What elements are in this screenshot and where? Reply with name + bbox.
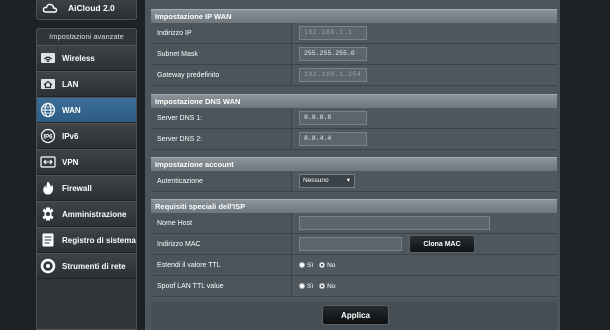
right-background bbox=[560, 0, 610, 330]
gateway-input[interactable]: 192.168.1.254 bbox=[299, 68, 367, 82]
mac-input[interactable] bbox=[299, 237, 402, 251]
dns-wan-section: Impostazione DNS WAN Server DNS 1: 8.8.8… bbox=[151, 94, 557, 150]
auth-label: Autenticazione bbox=[151, 171, 292, 191]
sidebar-item-label: WAN bbox=[62, 105, 81, 115]
section-header: Impostazione account bbox=[151, 157, 557, 171]
dns1-label: Server DNS 1: bbox=[151, 108, 292, 128]
sidebar-item-ipv6[interactable]: IP6 IPv6 bbox=[37, 123, 136, 149]
wifi-icon bbox=[40, 50, 56, 66]
sidebar-item-amministrazione[interactable]: Amministrazione bbox=[37, 201, 136, 227]
advanced-settings-panel: Impostazioni avanzate Wireless LAN WAN I… bbox=[36, 28, 137, 330]
log-icon bbox=[40, 232, 56, 248]
gateway-label: Gateway predefinito bbox=[151, 65, 292, 85]
spoof-label: Spoof LAN TTL value bbox=[151, 276, 292, 296]
apply-button[interactable]: Applica bbox=[322, 305, 389, 325]
radio-yes-label: Sì bbox=[307, 282, 314, 290]
mac-row: Indirizzo MAC Clona MAC bbox=[151, 234, 557, 255]
clone-mac-button[interactable]: Clona MAC bbox=[409, 235, 475, 253]
sidebar-item-label: Wireless bbox=[62, 53, 95, 63]
section-header: Impostazione IP WAN bbox=[151, 9, 557, 23]
sidebar-item-label: VPN bbox=[62, 157, 79, 167]
vpn-icon bbox=[40, 154, 56, 170]
ttl-row: Estendi il valore TTL Sì No bbox=[151, 255, 557, 276]
auth-select-value: Nessuno bbox=[303, 177, 329, 184]
aicloud-label: AiCloud 2.0 bbox=[68, 2, 115, 13]
main-content: Impostazione IP WAN Indirizzo IP 192.168… bbox=[148, 0, 557, 330]
dns1-input[interactable]: 8.8.8.8 bbox=[299, 111, 367, 125]
sidebar-item-firewall[interactable]: Firewall bbox=[37, 175, 136, 201]
spoof-radio-group: Sì No bbox=[299, 283, 341, 290]
spoof-row: Spoof LAN TTL value Sì No bbox=[151, 276, 557, 297]
tools-icon bbox=[40, 258, 56, 274]
hostname-row: Nome Host bbox=[151, 213, 557, 234]
section-header: Impostazione DNS WAN bbox=[151, 94, 557, 108]
radio-no-label: No bbox=[327, 261, 336, 269]
auth-select[interactable]: Nessuno ▾ bbox=[299, 174, 355, 188]
ip-address-row: Indirizzo IP 192.168.1.1 bbox=[151, 23, 557, 44]
home-icon bbox=[40, 76, 56, 92]
fire-icon bbox=[40, 180, 56, 196]
sidebar-item-label: Firewall bbox=[62, 183, 92, 193]
dns2-label: Server DNS 2: bbox=[151, 129, 292, 149]
ip-address-input[interactable]: 192.168.1.1 bbox=[299, 26, 367, 40]
isp-section: Requisiti speciali dell'ISP Nome Host In… bbox=[151, 199, 557, 297]
ip-wan-section: Impostazione IP WAN Indirizzo IP 192.168… bbox=[151, 9, 557, 86]
ip-address-label: Indirizzo IP bbox=[151, 23, 292, 43]
apply-bar: Applica bbox=[151, 302, 557, 330]
sidebar-item-label: IPv6 bbox=[62, 131, 79, 141]
radio-yes-label: Sì bbox=[307, 261, 314, 269]
sidebar-item-vpn[interactable]: VPN bbox=[37, 149, 136, 175]
dns2-row: Server DNS 2: 8.8.4.4 bbox=[151, 129, 557, 150]
mac-label: Indirizzo MAC bbox=[151, 234, 292, 254]
cloud-icon bbox=[42, 0, 58, 16]
gear-icon bbox=[40, 206, 56, 222]
hostname-input[interactable] bbox=[299, 216, 490, 230]
sidebar-item-strumenti[interactable]: Strumenti di rete bbox=[37, 253, 136, 279]
chevron-down-icon: ▾ bbox=[346, 177, 350, 184]
sidebar-item-lan[interactable]: LAN bbox=[37, 71, 136, 97]
hostname-label: Nome Host bbox=[151, 213, 292, 233]
ttl-label: Estendi il valore TTL bbox=[151, 255, 292, 275]
ipv6-icon: IP6 bbox=[40, 128, 56, 144]
spoof-no-radio[interactable] bbox=[319, 283, 326, 289]
aicloud-menu-item[interactable]: AiCloud 2.0 bbox=[36, 0, 137, 20]
gateway-row: Gateway predefinito 192.168.1.254 bbox=[151, 65, 557, 86]
main-panel: Impostazione IP WAN Indirizzo IP 192.168… bbox=[145, 0, 560, 330]
sidebar: AiCloud 2.0 Impostazioni avanzate Wirele… bbox=[0, 0, 145, 330]
ttl-radio-group: Sì No bbox=[299, 262, 341, 269]
radio-no-label: No bbox=[327, 282, 336, 290]
subnet-mask-row: Subnet Mask 255.255.255.0 bbox=[151, 44, 557, 65]
spoof-yes-radio[interactable] bbox=[299, 283, 305, 289]
subnet-mask-input[interactable]: 255.255.255.0 bbox=[299, 47, 367, 61]
advanced-settings-title: Impostazioni avanzate bbox=[49, 32, 124, 41]
dns1-row: Server DNS 1: 8.8.8.8 bbox=[151, 108, 557, 129]
sidebar-item-label: Registro di sistema bbox=[62, 235, 136, 245]
sidebar-item-registro[interactable]: Registro di sistema bbox=[37, 227, 136, 253]
ttl-no-radio[interactable] bbox=[319, 262, 326, 268]
section-header: Requisiti speciali dell'ISP bbox=[151, 199, 557, 213]
globe-icon bbox=[40, 102, 56, 118]
sidebar-item-label: LAN bbox=[62, 79, 79, 89]
account-section: Impostazione account Autenticazione Ness… bbox=[151, 157, 557, 192]
sidebar-item-wan[interactable]: WAN bbox=[37, 97, 136, 123]
dns2-input[interactable]: 8.8.4.4 bbox=[299, 132, 367, 146]
svg-text:IP6: IP6 bbox=[43, 135, 53, 141]
sidebar-item-label: Strumenti di rete bbox=[62, 261, 126, 271]
ttl-yes-radio[interactable] bbox=[299, 262, 305, 268]
sidebar-item-label: Amministrazione bbox=[62, 209, 127, 219]
auth-row: Autenticazione Nessuno ▾ bbox=[151, 171, 557, 192]
sidebar-item-wireless[interactable]: Wireless bbox=[37, 45, 136, 71]
subnet-mask-label: Subnet Mask bbox=[151, 44, 292, 64]
